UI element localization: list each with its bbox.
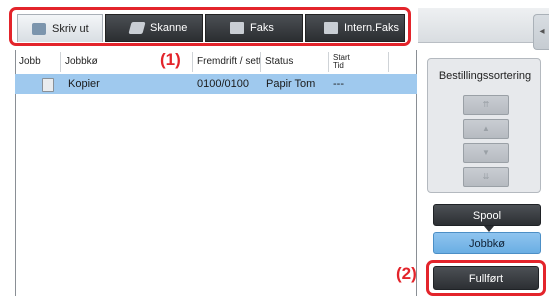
sort-bottom-button[interactable]: ⇊ xyxy=(463,167,509,187)
job-table-header: Jobb Jobbkø Fremdrift / sett Status Star… xyxy=(15,52,417,72)
callout-highlight-tabs xyxy=(9,7,411,46)
copy-doc-icon xyxy=(42,78,54,92)
sort-down-button[interactable]: ▼ xyxy=(463,143,509,163)
top-bar-right-area xyxy=(418,8,549,43)
sort-up-button[interactable]: ▲ xyxy=(463,119,509,139)
header-jobb: Jobb xyxy=(15,52,61,72)
callout-highlight-fullfort xyxy=(426,260,546,296)
job-status-screen: ◂ Skriv ut Skanne Faks Intern.Faks Jobb … xyxy=(0,0,549,296)
collapse-side-tab[interactable]: ◂ xyxy=(533,14,549,50)
header-fremdrift: Fremdrift / sett xyxy=(193,52,261,72)
spool-button[interactable]: Spool xyxy=(433,204,541,226)
cell-queue: Kopier xyxy=(68,78,100,90)
callout-label-1: (1) xyxy=(160,50,181,69)
callout-label-2: (2) xyxy=(396,264,417,283)
jobbko-button[interactable]: Jobbkø xyxy=(433,232,541,254)
header-status: Status xyxy=(261,52,329,72)
order-sort-box: Bestillingssortering ⇈ ▲ ▼ ⇊ xyxy=(427,58,541,193)
table-row[interactable]: Kopier 0100/0100 Papir Tom --- xyxy=(15,74,417,94)
sort-title: Bestillingssortering xyxy=(438,70,532,82)
header-start-tid: Start Tid xyxy=(329,52,389,72)
cell-start: --- xyxy=(333,78,344,90)
cell-progress: 0100/0100 xyxy=(197,78,249,90)
sort-top-button[interactable]: ⇈ xyxy=(463,95,509,115)
cell-status: Papir Tom xyxy=(266,78,316,90)
